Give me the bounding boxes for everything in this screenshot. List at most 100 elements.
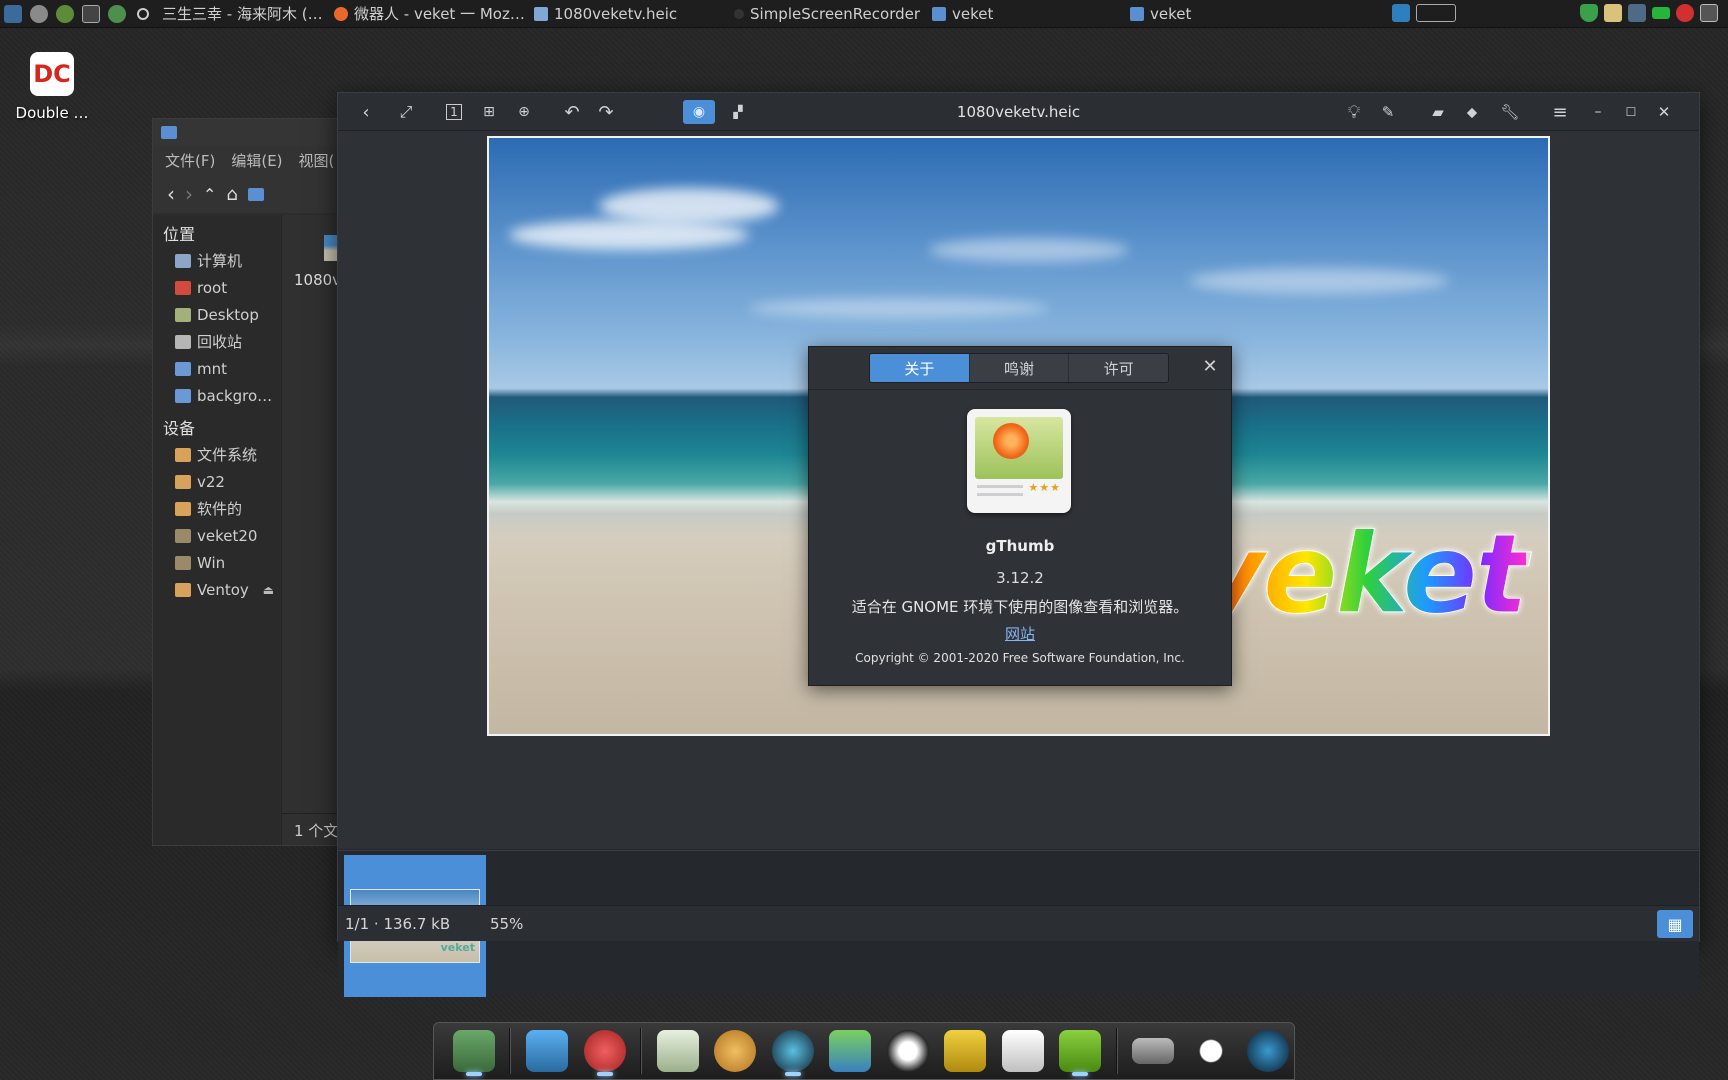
system-monitor-launcher[interactable]	[0, 3, 26, 25]
dock-network-users[interactable]	[825, 1026, 876, 1076]
rotate-left-button[interactable]: ↶	[560, 100, 584, 124]
network-monitor-icon[interactable]	[1392, 4, 1410, 22]
dock-display-settings[interactable]	[521, 1026, 572, 1076]
file-manager-titlebar[interactable]	[153, 119, 341, 145]
file-name[interactable]: 1080v	[294, 271, 341, 289]
task-image-viewer[interactable]: 1080veketv.heic	[528, 1, 728, 27]
actual-size-button[interactable]: 1	[442, 100, 466, 124]
location-folder-icon[interactable]	[247, 187, 264, 201]
apply-color-button[interactable]: ◉	[683, 100, 715, 124]
terminal-launcher[interactable]	[78, 3, 104, 25]
dock-drive[interactable]	[1128, 1026, 1179, 1076]
minimize-button[interactable]: –	[1586, 100, 1610, 124]
edit-button[interactable]: ✎	[1376, 100, 1400, 124]
dock-camera[interactable]	[1243, 1026, 1294, 1076]
file-manager-sidebar: 位置 计算机 root Desktop 回收站 mnt backgro… 设备 …	[153, 215, 280, 845]
tab-credits[interactable]: 鸣谢	[969, 354, 1070, 382]
comment-button[interactable]: ▰	[1426, 100, 1450, 124]
browser-launcher[interactable]	[104, 3, 130, 25]
rotate-right-button[interactable]: ↷	[594, 100, 618, 124]
window-icon[interactable]	[1416, 4, 1456, 22]
office-icon	[1001, 1030, 1044, 1072]
display-settings-icon	[526, 1030, 569, 1072]
dock-pet[interactable]	[579, 1026, 630, 1076]
info-button[interactable]: 💡︎	[1342, 100, 1366, 124]
task-firefox[interactable]: 微器人 - veket 一 Moz…	[328, 1, 528, 27]
dock-paint[interactable]	[710, 1026, 761, 1076]
zoom-in-button[interactable]: ⊕	[512, 100, 536, 124]
dock-separator	[640, 1028, 643, 1074]
main-menu-button[interactable]: ≡	[1548, 100, 1572, 124]
keyboard-icon[interactable]	[1700, 4, 1718, 22]
desktop-icon-double-commander[interactable]: DC Double …	[10, 52, 94, 122]
places-header: 位置	[163, 225, 196, 244]
circle-launcher[interactable]	[130, 3, 156, 25]
place-root[interactable]: root	[153, 274, 280, 301]
shield-icon[interactable]	[1580, 4, 1598, 22]
record-icon[interactable]	[1676, 4, 1694, 22]
dock-media[interactable]	[767, 1026, 818, 1076]
device-win[interactable]: Win	[153, 549, 280, 576]
maximize-button[interactable]: ☐	[1619, 100, 1643, 124]
clipboard-icon[interactable]	[1604, 4, 1622, 22]
dock-file-manager[interactable]	[448, 1026, 499, 1076]
menu-edit[interactable]: 编辑(E)	[231, 150, 282, 171]
place-desktop[interactable]: Desktop	[153, 301, 280, 328]
drive-icon	[175, 582, 191, 597]
device-label: Win	[197, 553, 226, 572]
settings-launcher[interactable]	[26, 3, 52, 25]
task-folder-veket-1[interactable]: veket	[926, 1, 1124, 27]
dock-office[interactable]	[997, 1026, 1048, 1076]
network-icon[interactable]	[1628, 4, 1646, 22]
about-close-button[interactable]: ✕	[1199, 355, 1221, 377]
device-software[interactable]: 软件的	[153, 495, 280, 522]
place-trash[interactable]: 回收站	[153, 328, 280, 355]
up-icon[interactable]: ⌃	[203, 185, 216, 204]
media-player-launcher[interactable]	[52, 3, 78, 25]
comment-icon: ▰	[1432, 103, 1444, 121]
close-icon: ✕	[1657, 103, 1671, 121]
transparency-button[interactable]: ▞	[726, 100, 750, 124]
fullscreen-button[interactable]: ⤢	[394, 100, 418, 124]
dock-separator	[509, 1028, 512, 1074]
device-filesystem[interactable]: 文件系统	[153, 441, 280, 468]
task-folder-veket-2[interactable]: veket	[1124, 1, 1344, 27]
website-link[interactable]: 网站	[809, 623, 1231, 644]
task-music[interactable]: 三生三幸 - 海来阿木 (…	[156, 1, 328, 27]
device-ventoy[interactable]: Ventoy ⏏	[153, 576, 280, 603]
back-button[interactable]: ‹	[354, 100, 378, 124]
place-backgrounds[interactable]: backgro…	[153, 382, 280, 409]
place-computer[interactable]: 计算机	[153, 247, 280, 274]
tab-about[interactable]: 关于	[870, 354, 970, 382]
firefox-icon	[334, 6, 348, 21]
battery-icon[interactable]	[1652, 7, 1670, 19]
camera-icon	[1247, 1030, 1290, 1072]
tools-button[interactable]: 🔧︎	[1498, 100, 1522, 124]
file-manager-menubar: 文件(F) 编辑(E) 视图(	[153, 145, 341, 175]
task-recorder[interactable]: SimpleScreenRecorder	[728, 1, 926, 27]
eject-icon[interactable]: ⏏	[263, 583, 274, 597]
place-mnt[interactable]: mnt	[153, 355, 280, 382]
zoom-level[interactable]: 55%	[490, 915, 523, 933]
tags-button[interactable]: ⬥	[1460, 100, 1484, 124]
zoom-fit-icon: ⊞	[483, 104, 495, 120]
dock-help[interactable]	[1054, 1026, 1105, 1076]
menu-file[interactable]: 文件(F)	[165, 150, 215, 171]
place-label: 计算机	[197, 252, 243, 270]
dock-brightness[interactable]	[1185, 1026, 1236, 1076]
forward-icon[interactable]: ›	[185, 182, 193, 206]
dock-notes[interactable]	[939, 1026, 990, 1076]
zoom-in-icon: ⊕	[518, 104, 530, 120]
device-v22[interactable]: v22	[153, 468, 280, 495]
fit-button[interactable]: ⊞	[477, 100, 501, 124]
device-veket20[interactable]: veket20	[153, 522, 280, 549]
dock-penguin[interactable]	[882, 1026, 933, 1076]
back-icon[interactable]: ‹	[167, 182, 175, 206]
menu-view[interactable]: 视图(	[299, 150, 335, 171]
dock-text-editor[interactable]	[652, 1026, 703, 1076]
tab-license[interactable]: 许可	[1069, 354, 1168, 382]
image-viewer-icon	[534, 6, 548, 21]
browser-mode-button[interactable]: ▦	[1657, 910, 1693, 938]
close-button[interactable]: ✕	[1652, 100, 1676, 124]
home-icon[interactable]: ⌂	[226, 184, 237, 205]
